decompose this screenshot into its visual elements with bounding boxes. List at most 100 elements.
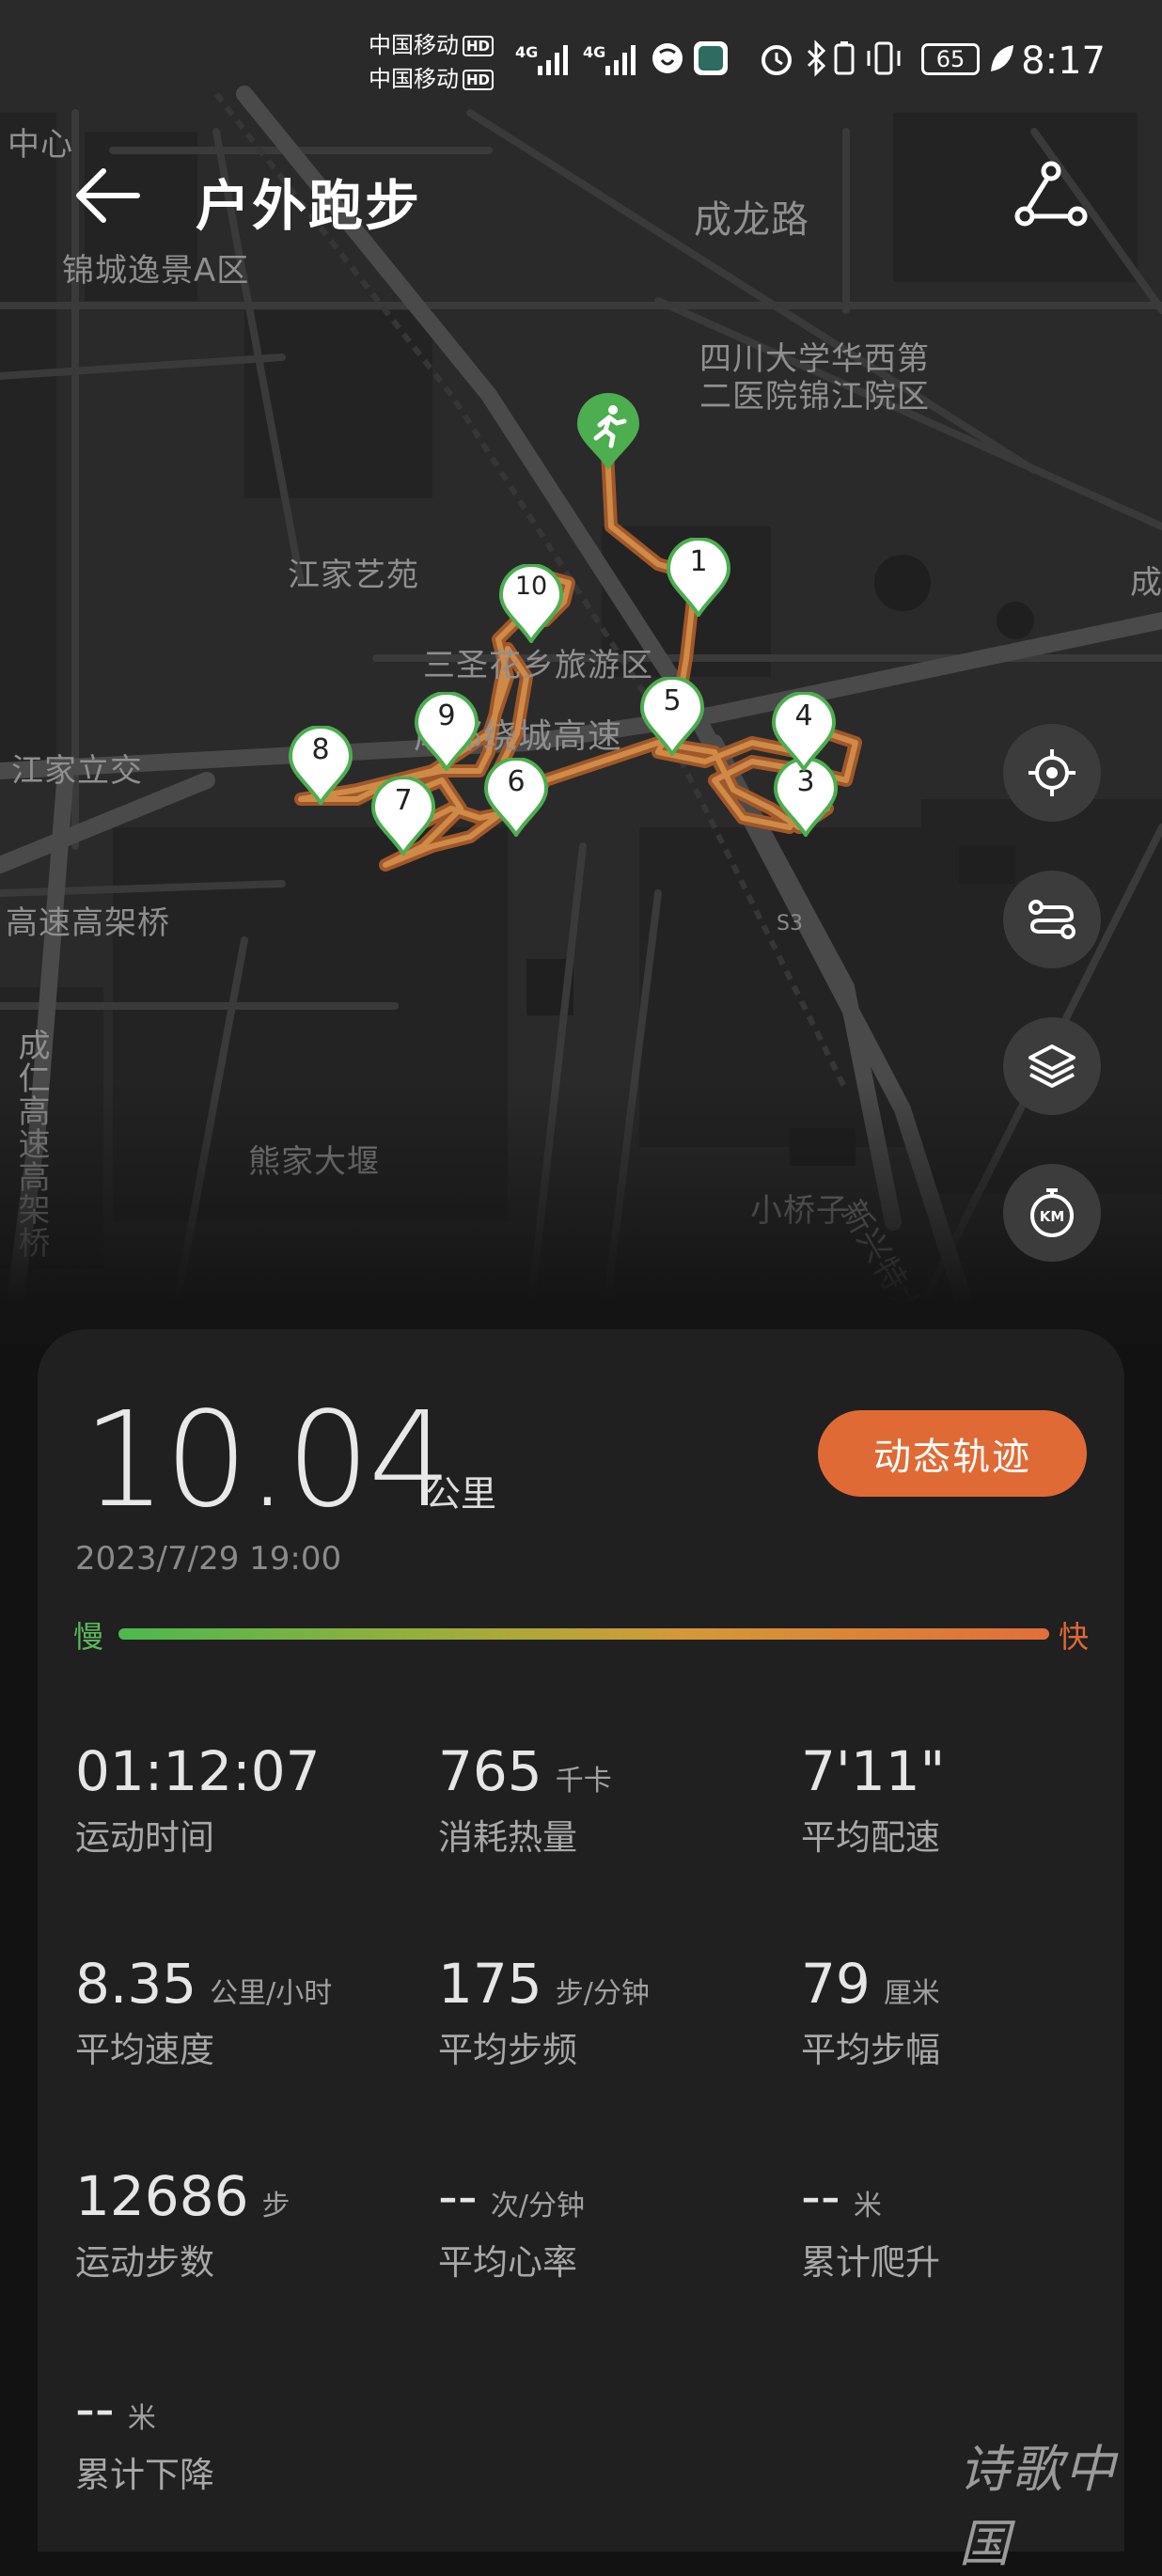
stat-unit: 米 [853,2190,882,2223]
svg-text:KM: KM [1040,1208,1065,1225]
distance-unit: 公里 [425,1473,497,1515]
stat-label: 累计下降 [75,2455,214,2495]
hotspot-icon [652,43,683,73]
watermark: 诗歌中国 [959,2440,1117,2573]
stat-label: 平均配速 [801,1817,940,1858]
layers-icon [1029,1045,1076,1088]
battery-saver-icon [834,41,855,75]
marker-4[interactable]: 4 [771,692,837,771]
stat-unit: 公里/小时 [210,1977,333,2010]
stat-label: 平均步幅 [801,2030,940,2070]
route-map[interactable]: 中心 锦城逸景A区 成龙路 四川大学华西第 二医院锦江院区 江家艺苑 三圣花乡旅… [0,0,1162,1344]
map-label-jincheng: 锦城逸景A区 [62,252,250,290]
page-title: 户外跑步 [196,174,422,238]
arrow-left-icon [76,168,140,223]
stat-duration: 01:12:07 运动时间 [75,1739,432,1860]
stat-avg-speed: 8.35 公里/小时 平均速度 [75,1952,432,2072]
stat-unit: 步/分钟 [555,1977,650,2010]
stat-descent: -- 米 累计下降 [75,2377,432,2497]
stat-unit: 厘米 [883,1977,940,2010]
vibrate-icon [867,41,901,75]
route-toggle-button[interactable] [1003,871,1101,968]
workout-datetime: 2023/7/29 19:00 [75,1540,342,1578]
locate-button[interactable] [1003,724,1101,822]
status-bar: 中国移动 HD 中国移动 HD 4G 4G 65 8:17 [0,26,1162,102]
runner-icon [577,393,639,470]
marker-7[interactable]: 7 [370,777,436,856]
route-path-icon [1014,161,1088,227]
carrier-line-1: 中国移动 HD [369,30,495,61]
map-label-chengren: 成仁高速高架桥 [12,1029,50,1259]
map-label-jiangjia-yiyuan: 江家艺苑 [288,557,419,594]
stat-value: -- [801,2164,840,2228]
marker-9[interactable]: 9 [414,692,479,771]
net-type-1: 4G [515,43,539,61]
stat-value: 79 [801,1952,871,2016]
stat-calories: 765 千卡 消耗热量 [438,1739,795,1860]
summary-panel: 10.04 公里 动态轨迹 2023/7/29 19:00 慢 快 01:12:… [38,1329,1124,2552]
slow-label: 慢 [73,1619,104,1655]
marker-10[interactable]: 10 [498,564,564,643]
battery-icon: 65 [921,43,980,75]
map-label-sansheng: 三圣花乡旅游区 [423,647,653,684]
back-button[interactable] [71,158,147,233]
stat-label: 累计爬升 [801,2242,940,2283]
map-label-highway-bridge: 高速高架桥 [6,904,170,942]
stat-value: 8.35 [75,1952,197,2016]
stat-value: -- [438,2164,478,2228]
map-label-hospital-2: 二医院锦江院区 [699,378,930,416]
stat-label: 消耗热量 [438,1817,577,1858]
carrier-line-2: 中国移动 HD [369,64,495,95]
stat-heart-rate: -- 次/分钟 平均心率 [438,2164,795,2285]
net-type-2: 4G [583,43,606,61]
map-label-chenglong: 成龙路 [694,198,809,242]
app-notification-icon [694,41,728,75]
stat-ascent: -- 米 累计爬升 [801,2164,1158,2285]
stat-value: 175 [438,1952,542,2016]
stat-unit: 千卡 [555,1765,612,1798]
pace-gradient-bar [118,1628,1049,1640]
marker-5[interactable]: 5 [639,677,705,756]
stat-value: 765 [438,1739,542,1803]
marker-1[interactable]: 1 [666,538,731,617]
map-label-center: 中心 [8,126,73,164]
leaf-icon [991,45,1013,71]
stat-cadence: 175 步/分钟 平均步频 [438,1952,795,2072]
start-marker[interactable] [575,393,641,472]
map-label-jiangjia-lijiao: 江家立交 [11,752,143,790]
route-share-button[interactable] [1013,158,1089,233]
stat-label: 运动步数 [75,2242,214,2283]
stat-value: -- [75,2377,115,2441]
stat-value: 12686 [75,2164,249,2228]
stat-label: 运动时间 [75,1817,214,1858]
stat-stride: 79 厘米 平均步幅 [801,1952,1158,2072]
fast-label: 快 [1059,1619,1090,1655]
layers-button[interactable] [1003,1017,1101,1115]
distance-value: 10.04 [83,1384,452,1537]
stat-label: 平均步频 [438,2030,577,2070]
stat-unit: 次/分钟 [490,2190,585,2223]
stat-steps: 12686 步 运动步数 [75,2164,432,2285]
battery-level: 65 [935,46,966,72]
signal-icon [538,45,568,75]
km-split-button[interactable]: KM [1003,1164,1101,1262]
clock: 8:17 [1021,39,1106,83]
locate-icon [1029,749,1076,796]
marker-8[interactable]: 8 [288,726,353,805]
map-label-xiongjia: 熊家大堰 [248,1143,380,1181]
km-icon: KM [1030,1188,1074,1237]
bluetooth-icon [807,39,826,77]
stat-label: 平均速度 [75,2030,214,2070]
marker-6[interactable]: 6 [483,758,549,837]
stat-unit: 步 [261,2190,290,2223]
stat-unit: 米 [127,2402,156,2435]
stat-label: 平均心率 [438,2242,577,2283]
dynamic-track-button[interactable]: 动态轨迹 [818,1410,1087,1497]
signal-icon-2 [605,45,636,75]
map-label-hospital-1: 四川大学华西第 [699,340,930,378]
map-label-cheng-edge: 成 [1130,564,1162,602]
stat-value: 01:12:07 [75,1739,321,1803]
stat-value: 7'11" [801,1739,946,1803]
stat-avg-pace: 7'11" 平均配速 [801,1739,1158,1860]
map-label-s3: S3 [777,912,803,935]
